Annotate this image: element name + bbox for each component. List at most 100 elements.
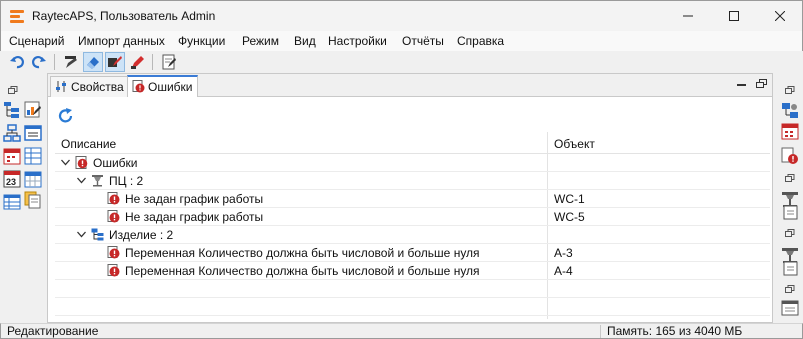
chevron-down-icon[interactable] bbox=[77, 230, 86, 239]
errors-panel: Свойства Ошибки Описание Объект Ошибки ПЦ… bbox=[47, 73, 773, 323]
panel-tabs: Свойства Ошибки bbox=[48, 74, 772, 97]
row-object: A-4 bbox=[554, 264, 573, 278]
undo-button[interactable] bbox=[7, 52, 27, 72]
menu-import[interactable]: Импорт данных bbox=[78, 34, 165, 48]
product-tree-icon bbox=[91, 228, 104, 241]
document-edit-icon bbox=[162, 54, 176, 70]
product-tree-icon[interactable] bbox=[3, 101, 21, 119]
status-memory: Память: 165 из 4040 МБ bbox=[607, 324, 743, 338]
error-document-icon[interactable] bbox=[781, 147, 799, 165]
status-bar: Редактирование Память: 165 из 4040 МБ bbox=[0, 323, 803, 339]
row-description: Ошибки bbox=[93, 156, 138, 170]
panel-minimize-icon[interactable] bbox=[736, 79, 748, 89]
status-mode: Редактирование bbox=[7, 324, 99, 338]
error-document-icon bbox=[75, 156, 88, 169]
hierarchy-icon[interactable] bbox=[3, 124, 21, 142]
edit-pencil-icon bbox=[65, 56, 77, 68]
workcenter-icon bbox=[92, 175, 103, 187]
menu-functions[interactable]: Функции bbox=[178, 34, 225, 48]
row-description: Переменная Количество должна быть числов… bbox=[125, 246, 480, 260]
column-description[interactable]: Описание bbox=[61, 137, 116, 151]
menu-help[interactable]: Справка bbox=[457, 34, 504, 48]
list-window-icon[interactable] bbox=[24, 124, 42, 142]
chevron-down-icon[interactable] bbox=[77, 176, 86, 185]
close-icon bbox=[775, 11, 785, 21]
dock-restore-icon[interactable] bbox=[785, 285, 795, 293]
row-description: ПЦ : 2 bbox=[109, 174, 144, 188]
dock-restore-icon[interactable] bbox=[785, 229, 795, 237]
calendar-red-icon[interactable] bbox=[781, 122, 799, 140]
svg-text:23: 23 bbox=[6, 177, 16, 187]
table-icon[interactable] bbox=[24, 147, 42, 165]
dock-restore-icon[interactable] bbox=[8, 86, 18, 94]
undo-icon bbox=[10, 56, 24, 69]
minimize-icon bbox=[683, 15, 693, 17]
eraser-icon bbox=[87, 57, 99, 69]
right-dock-bar bbox=[778, 73, 802, 323]
panel-icon[interactable] bbox=[781, 203, 799, 221]
minimize-button[interactable] bbox=[665, 1, 711, 31]
tree-row[interactable]: Переменная Количество должна быть числов… bbox=[55, 262, 770, 280]
documents-icon[interactable] bbox=[24, 191, 42, 209]
network-settings-icon[interactable] bbox=[781, 102, 799, 120]
errors-tree-grid: Описание Объект Ошибки ПЦ : 2 Не задан гра… bbox=[55, 132, 770, 319]
edit-pencil-button[interactable] bbox=[61, 52, 81, 72]
refresh-icon[interactable] bbox=[58, 108, 74, 124]
tree-row[interactable]: ПЦ : 2 bbox=[55, 172, 770, 190]
title-bar: RaytecAPS, Пользователь Admin bbox=[0, 0, 803, 31]
tree-row[interactable]: Изделие : 2 bbox=[55, 226, 770, 244]
marker-icon bbox=[131, 56, 144, 69]
document-edit-button[interactable] bbox=[159, 52, 179, 72]
menu-scenario[interactable]: Сценарий bbox=[9, 34, 64, 48]
maximize-button[interactable] bbox=[711, 1, 757, 31]
chevron-down-icon[interactable] bbox=[61, 158, 70, 167]
grid-header: Описание Объект bbox=[55, 132, 770, 154]
menu-mode[interactable]: Режим bbox=[242, 34, 279, 48]
edit-mode-button[interactable] bbox=[105, 52, 125, 72]
tab-properties[interactable]: Свойства bbox=[50, 76, 129, 97]
tree-row[interactable]: Ошибки bbox=[55, 154, 770, 172]
error-icon bbox=[107, 192, 120, 205]
panel-restore-icon[interactable] bbox=[756, 79, 768, 89]
row-object: A-3 bbox=[554, 246, 573, 260]
menu-bar: Сценарий Импорт данных Функции Режим Вид… bbox=[0, 31, 803, 51]
tree-row bbox=[55, 298, 770, 316]
close-button[interactable] bbox=[757, 1, 803, 31]
app-logo-icon bbox=[10, 9, 24, 23]
list-window-icon[interactable] bbox=[781, 299, 799, 317]
eraser-button[interactable] bbox=[83, 52, 103, 72]
tree-row[interactable]: Не задан график работы WC-5 bbox=[55, 208, 770, 226]
row-object: WC-1 bbox=[554, 192, 585, 206]
row-description: Не задан график работы bbox=[125, 210, 264, 224]
redo-icon bbox=[32, 56, 46, 69]
tab-errors[interactable]: Ошибки bbox=[127, 75, 198, 97]
panel-icon[interactable] bbox=[781, 259, 799, 277]
dock-restore-icon[interactable] bbox=[785, 174, 795, 182]
menu-reports[interactable]: Отчёты bbox=[402, 34, 444, 48]
dock-restore-icon[interactable] bbox=[785, 86, 795, 94]
properties-icon bbox=[56, 81, 66, 92]
calendar-icon[interactable] bbox=[3, 147, 21, 165]
resource-table-icon[interactable] bbox=[3, 193, 21, 211]
error-icon bbox=[107, 210, 120, 223]
marker-button[interactable] bbox=[127, 52, 147, 72]
tab-errors-label: Ошибки bbox=[148, 80, 193, 94]
redo-button[interactable] bbox=[29, 52, 49, 72]
tree-row bbox=[55, 280, 770, 298]
menu-settings[interactable]: Настройки bbox=[328, 34, 387, 48]
calendar-grid-icon[interactable] bbox=[24, 170, 42, 188]
column-object[interactable]: Объект bbox=[554, 137, 595, 151]
left-dock-bar: 23 bbox=[1, 73, 42, 323]
row-description: Не задан график работы bbox=[125, 192, 264, 206]
row-description: Переменная Количество должна быть числов… bbox=[125, 264, 480, 278]
chart-edit-icon[interactable] bbox=[24, 101, 42, 119]
tree-row[interactable]: Не задан график работы WC-1 bbox=[55, 190, 770, 208]
tree-row[interactable]: Переменная Количество должна быть числов… bbox=[55, 244, 770, 262]
menu-view[interactable]: Вид bbox=[294, 34, 316, 48]
row-description: Изделие : 2 bbox=[109, 228, 174, 242]
toolbar bbox=[1, 51, 802, 73]
error-icon bbox=[107, 264, 120, 277]
maximize-icon bbox=[729, 11, 739, 21]
calendar-day-icon[interactable]: 23 bbox=[3, 170, 21, 188]
edit-mode-icon bbox=[108, 56, 122, 67]
